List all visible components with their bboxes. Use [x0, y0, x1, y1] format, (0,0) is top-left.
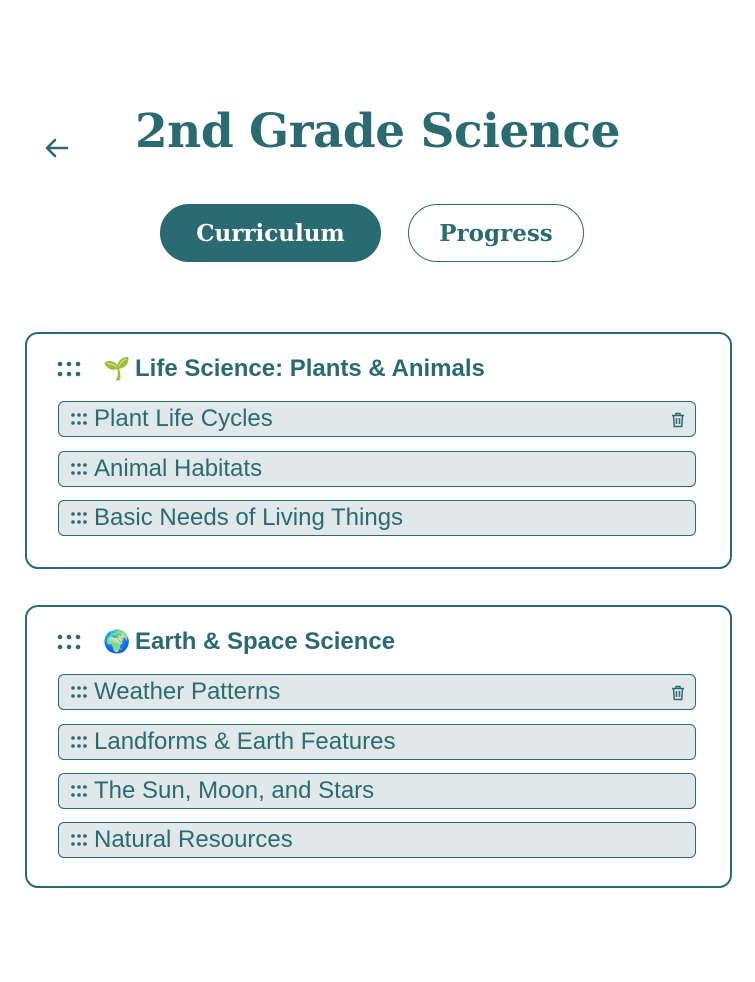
lesson-label: Natural Resources [94, 826, 293, 853]
tab-curriculum[interactable]: Curriculum [160, 204, 381, 262]
drag-handle-icon[interactable] [57, 359, 81, 379]
unit-card-earth-space-science: 🌍 Earth & Space Science Weather Patterns… [25, 605, 732, 888]
drag-handle-icon[interactable] [70, 511, 88, 525]
unit-header: 🌱 Life Science: Plants & Animals [57, 352, 485, 386]
lesson-label: Landforms & Earth Features [94, 728, 396, 755]
drag-handle-icon[interactable] [70, 462, 88, 476]
drag-handle-icon[interactable] [70, 833, 88, 847]
lesson-label: Basic Needs of Living Things [94, 504, 404, 531]
tab-progress[interactable]: Progress [408, 204, 584, 262]
lesson-item[interactable]: Weather Patterns [58, 674, 696, 710]
unit-card-life-science: 🌱 Life Science: Plants & Animals Plant L… [25, 332, 732, 569]
unit-header: 🌍 Earth & Space Science [57, 625, 395, 659]
trash-icon[interactable] [670, 411, 686, 429]
drag-handle-icon[interactable] [70, 735, 88, 749]
page-title: 2nd Grade Science [134, 104, 621, 159]
lesson-label: The Sun, Moon, and Stars [94, 777, 375, 804]
lesson-label: Animal Habitats [94, 455, 263, 482]
lesson-item[interactable]: Natural Resources [58, 822, 696, 858]
lesson-item[interactable]: Animal Habitats [58, 451, 696, 487]
lesson-label: Plant Life Cycles [94, 405, 273, 432]
seedling-icon: 🌱 [103, 356, 131, 382]
lesson-item[interactable]: Landforms & Earth Features [58, 724, 696, 760]
trash-icon[interactable] [670, 684, 686, 702]
lesson-item[interactable]: The Sun, Moon, and Stars [58, 773, 696, 809]
drag-handle-icon[interactable] [70, 412, 88, 426]
unit-title: Life Science: Plants & Animals [135, 355, 485, 382]
drag-handle-icon[interactable] [57, 632, 81, 652]
globe-icon: 🌍 [103, 629, 131, 655]
lesson-item[interactable]: Plant Life Cycles [58, 401, 696, 437]
lesson-label: Weather Patterns [94, 678, 281, 705]
drag-handle-icon[interactable] [70, 685, 88, 699]
lesson-item[interactable]: Basic Needs of Living Things [58, 500, 696, 536]
drag-handle-icon[interactable] [70, 784, 88, 798]
unit-title: Earth & Space Science [135, 628, 396, 655]
